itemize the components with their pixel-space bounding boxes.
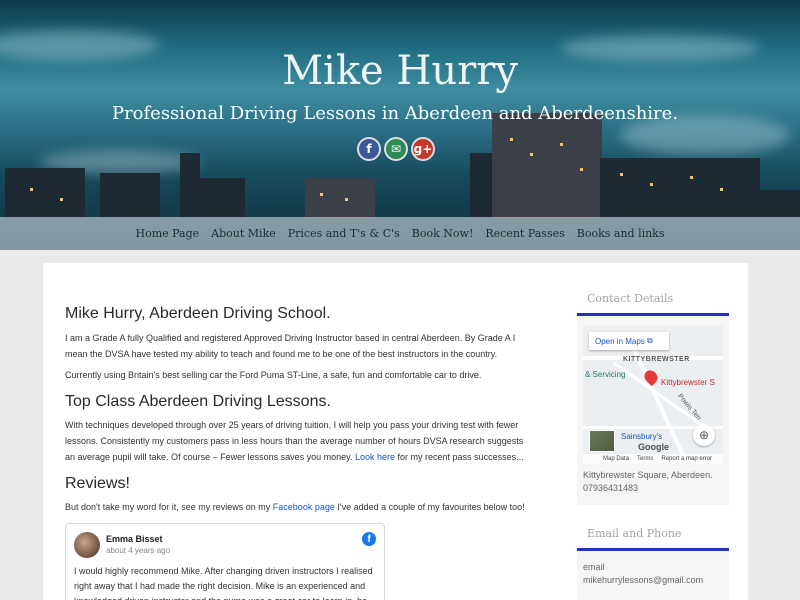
email-phone-title: Email and Phone <box>577 518 729 551</box>
nav-about[interactable]: About Mike <box>205 227 282 240</box>
nav-books-links[interactable]: Books and links <box>571 227 671 240</box>
page-heading: Mike Hurry, Aberdeen Driving School. <box>65 305 331 322</box>
section-heading-reviews: Reviews! <box>65 475 130 492</box>
review-card: Emma Bisset about 4 years ago f I would … <box>65 523 385 600</box>
facebook-icon[interactable]: f <box>362 532 376 546</box>
open-in-maps-label: Open in Maps <box>595 336 645 346</box>
email-label: email <box>583 562 605 572</box>
google-logo: Google <box>638 442 669 452</box>
header-banner: Mike Hurry Professional Driving Lessons … <box>0 0 800 250</box>
map-shop-label: Sainsbury's <box>621 432 663 441</box>
report-error-link[interactable]: Report a map error <box>661 456 712 462</box>
phone-number: 07936431483 <box>583 483 639 493</box>
contact-widget: Contact Details Open in Maps ⧉ KITTYBREW… <box>577 283 729 505</box>
email-block: email mikehurrylessons@gmail.com <box>577 551 729 597</box>
content-container: Mike Hurry, Aberdeen Driving School. I a… <box>43 263 748 600</box>
open-in-maps-button[interactable]: Open in Maps ⧉ <box>589 332 669 350</box>
map-service-label: & Servicing <box>585 370 626 379</box>
review-time: about 4 years ago <box>106 546 171 555</box>
locate-icon[interactable]: ⊕ <box>693 424 715 446</box>
facebook-page-link[interactable]: Facebook page <box>273 502 335 512</box>
site-tagline: Professional Driving Lessons in Aberdeen… <box>111 103 679 124</box>
review-text: I would highly recommend Mike. After cha… <box>74 566 373 600</box>
car-paragraph: Currently using Britain's best selling c… <box>65 370 482 380</box>
nav-prices[interactable]: Prices and T's & C's <box>282 227 406 240</box>
email-address[interactable]: mikehurrylessons@gmail.com <box>583 574 723 587</box>
reviews-paragraph: But don't take my word for it, see my re… <box>65 499 535 515</box>
map-area-label: KITTYBREWSTER <box>623 356 690 363</box>
main-content: Mike Hurry, Aberdeen Driving School. I a… <box>65 305 535 515</box>
lessons-tail: for my recent pass successes... <box>395 452 524 462</box>
reviewer-name[interactable]: Emma Bisset <box>106 534 163 544</box>
main-nav: Home Page About Mike Prices and T's & C'… <box>0 217 800 250</box>
contact-address: Kittybrewster Square, Aberdeen. 07936431… <box>577 464 729 501</box>
map-data-link[interactable]: Map Data <box>603 456 629 462</box>
nav-home[interactable]: Home Page <box>130 227 206 240</box>
email-phone-widget: Email and Phone email mikehurrylessons@g… <box>577 518 729 600</box>
nav-book[interactable]: Book Now! <box>406 227 480 240</box>
intro-paragraph: I am a Grade A fully Qualified and regis… <box>65 333 516 359</box>
map-footer: Map Data Terms Report a map error <box>583 454 723 464</box>
satellite-thumbnail[interactable] <box>589 430 615 452</box>
look-here-link[interactable]: Look here <box>355 452 395 462</box>
contact-title: Contact Details <box>577 283 729 316</box>
social-links: f ✉ g+ <box>357 137 435 161</box>
facebook-icon[interactable]: f <box>357 137 381 161</box>
reviews-tail: I've added a couple of my favourites bel… <box>334 502 525 512</box>
nav-recent-passes[interactable]: Recent Passes <box>479 227 570 240</box>
map-place-label: Kittybrewster S <box>661 378 715 387</box>
lessons-paragraph: With techniques developed through over 2… <box>65 417 535 465</box>
google-plus-icon[interactable]: g+ <box>411 137 435 161</box>
site-title: Mike Hurry <box>282 48 518 94</box>
map-embed[interactable]: Open in Maps ⧉ KITTYBREWSTER & Servicing… <box>583 326 723 464</box>
reviews-text: But don't take my word for it, see my re… <box>65 502 273 512</box>
avatar <box>74 532 100 558</box>
email-icon[interactable]: ✉ <box>384 137 408 161</box>
section-heading-lessons: Top Class Aberdeen Driving Lessons. <box>65 393 331 410</box>
terms-link[interactable]: Terms <box>637 456 653 462</box>
address-text: Kittybrewster Square, Aberdeen. <box>583 470 713 480</box>
